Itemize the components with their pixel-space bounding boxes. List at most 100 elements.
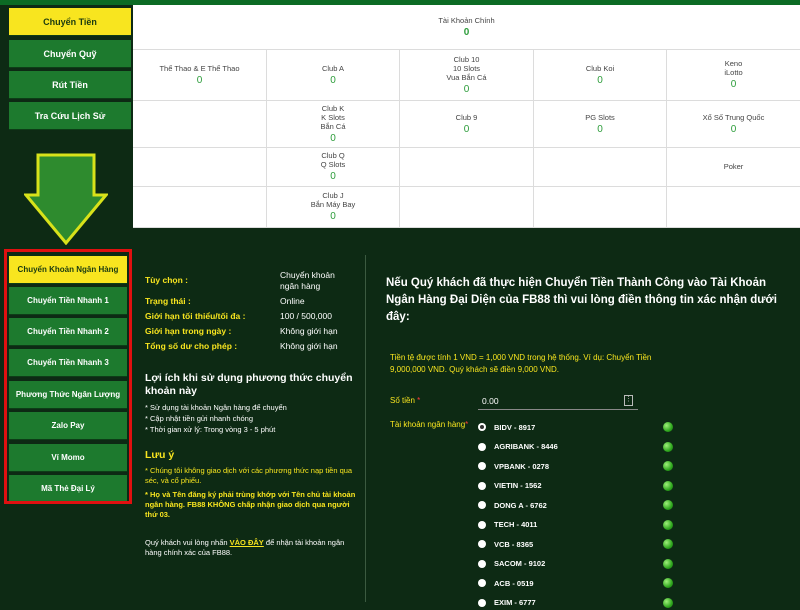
wallet-cell[interactable]: Club J Bắn Máy Bay 0 xyxy=(267,187,400,228)
bank-name: SACOM - 9102 xyxy=(494,559,546,568)
radio-icon[interactable] xyxy=(478,462,486,470)
calculator-icon[interactable]: ⋮ xyxy=(624,395,633,406)
wallet-value: 0 xyxy=(463,123,470,135)
wallet-cell[interactable]: Thể Thao & E Thể Thao 0 xyxy=(133,50,267,101)
arrow-down-icon xyxy=(24,153,108,245)
wallet-name: PG Slots xyxy=(585,112,615,122)
status-dot-icon xyxy=(663,480,673,491)
wallet-value: 0 xyxy=(330,211,336,222)
note-item: * Chúng tôi không giao dịch với các phươ… xyxy=(145,466,353,485)
wallet-name: Keno iLotto xyxy=(724,59,743,77)
wallet-value: 0 xyxy=(730,79,737,90)
radio-icon[interactable] xyxy=(478,579,486,587)
benefit-item: * Sử dụng tài khoản Ngân hàng để chuyển xyxy=(145,403,287,412)
wallet-name: Thể Thao & E Thể Thao xyxy=(159,63,240,73)
radio-icon[interactable] xyxy=(478,598,486,607)
wallet-value: 0 xyxy=(597,74,603,86)
status-dot-icon xyxy=(663,441,673,452)
bank-option[interactable]: ACB - 0519 xyxy=(478,576,534,590)
wallet-name: Club Q Q Slots xyxy=(320,151,346,169)
nav-3[interactable]: Tra Cứu Lịch Sử xyxy=(9,102,131,130)
wallet-cell[interactable]: Xổ Số Trung Quốc 0 xyxy=(667,101,800,148)
amount-label: Số tiền * xyxy=(390,396,421,405)
bank-option[interactable]: DONG A - 6762 xyxy=(478,498,547,512)
benefit-item: * Cập nhật tiền gửi nhanh chóng xyxy=(145,414,254,423)
balance-label: Tổng số dư cho phép : xyxy=(145,341,238,351)
radio-icon[interactable] xyxy=(478,442,486,451)
wallet-value: 0 xyxy=(330,171,336,182)
wallet-main[interactable]: Tài Khoản Chính 0 xyxy=(133,5,800,50)
bank-option[interactable]: VPBANK - 0278 xyxy=(478,459,549,473)
wallet-cell xyxy=(133,187,267,228)
bank-name: EXIM - 6777 xyxy=(494,598,536,607)
wallet-value: 0 xyxy=(330,132,336,144)
status-dot-icon xyxy=(663,500,673,510)
wallet-cell[interactable]: PG Slots 0 xyxy=(534,101,667,148)
wallet-name: Club J Bắn Máy Bay xyxy=(310,191,356,209)
bank-option[interactable]: TECH - 4011 xyxy=(478,518,537,532)
wallet-cell[interactable]: Club 90 xyxy=(400,101,534,148)
limit-value: 100 / 500,000 xyxy=(280,311,332,321)
nav-2[interactable]: Rút Tiền xyxy=(9,71,131,99)
option-label: Tùy chọn : xyxy=(145,275,188,285)
bank-option[interactable]: VIETIN - 1562 xyxy=(478,479,542,493)
footer-text: Quý khách vui lòng nhấn VÀO ĐÂY để nhận … xyxy=(145,538,345,557)
bank-name: VCB - 8365 xyxy=(494,539,534,549)
daily-value: Không giới hạn xyxy=(280,326,338,336)
radio-icon[interactable] xyxy=(478,520,486,529)
bank-name: TECH - 4011 xyxy=(494,520,538,529)
radio-icon[interactable] xyxy=(478,540,486,548)
wallet-cell[interactable]: Keno iLotto 0 xyxy=(667,50,800,101)
wallet-cell[interactable]: Poker xyxy=(667,148,800,187)
status-dot-icon xyxy=(663,578,673,588)
note-item: * Họ và Tên đăng ký phải trùng khớp với … xyxy=(145,490,356,519)
wallet-grid: Tài Khoản Chính 0 Thể Thao & E Thể Thao 0… xyxy=(133,5,800,228)
wallet-name: Club A xyxy=(321,63,345,73)
wallet-main-label: Tài Khoản Chính xyxy=(438,15,495,25)
wallet-cell[interactable]: Club Koi 0 xyxy=(534,50,667,101)
status-dot-icon xyxy=(663,461,673,471)
radio-icon[interactable] xyxy=(478,559,486,568)
radio-icon[interactable] xyxy=(478,423,486,431)
notes-title: Lưu ý xyxy=(145,449,175,461)
status-label: Trạng thái : xyxy=(145,296,191,306)
wallet-name: Xổ Số Trung Quốc xyxy=(702,112,765,122)
form-heading: Nếu Quý khách đã thực hiện Chuyển Tiền T… xyxy=(386,277,777,323)
wallet-cell[interactable]: Club A0 xyxy=(267,50,400,101)
wallet-value: 0 xyxy=(196,74,203,86)
wallet-name: Club K K Slots Bắn Cá xyxy=(320,103,346,131)
wallet-name: Poker xyxy=(723,162,744,171)
status-dot-icon xyxy=(663,539,673,549)
daily-label: Giới hạn trong ngày : xyxy=(145,326,232,336)
status-dot-icon xyxy=(663,558,673,569)
divider xyxy=(365,255,366,602)
bank-option[interactable]: AGRIBANK - 8446 xyxy=(478,440,558,454)
bank-option[interactable]: SACOM - 9102 xyxy=(478,557,545,571)
limit-label: Giới hạn tối thiểu/tối đa : xyxy=(145,311,246,321)
amount-input[interactable] xyxy=(478,392,638,410)
radio-icon[interactable] xyxy=(478,501,486,509)
here-link[interactable]: VÀO ĐÂY xyxy=(230,538,264,547)
bank-name: DONG A - 6762 xyxy=(494,500,547,510)
radio-icon[interactable] xyxy=(478,481,486,490)
wallet-cell xyxy=(400,148,534,187)
status-value: Online xyxy=(280,296,305,306)
bank-option[interactable]: BIDV - 8917 xyxy=(478,420,535,434)
nav-0[interactable]: Chuyển Tiền xyxy=(9,8,131,36)
wallet-value: 0 xyxy=(463,83,470,95)
wallet-cell[interactable]: Club Q Q Slots 0 xyxy=(267,148,400,187)
bank-option[interactable]: VCB - 8365 xyxy=(478,537,533,551)
bank-option[interactable]: EXIM - 6777 xyxy=(478,596,536,610)
bank-name: VIETIN - 1562 xyxy=(494,481,542,490)
wallet-name: Club Koi xyxy=(585,63,615,73)
wallet-cell[interactable]: Club K K Slots Bắn Cá 0 xyxy=(267,101,400,148)
wallet-cell xyxy=(534,187,667,228)
wallet-cell xyxy=(400,187,534,228)
highlight-box xyxy=(4,249,132,504)
status-dot-icon xyxy=(663,519,673,530)
status-dot-icon xyxy=(663,422,673,432)
nav-1[interactable]: Chuyển Quỹ xyxy=(9,40,131,68)
wallet-cell[interactable]: Club 10 10 Slots Vua Bắn Cá 0 xyxy=(400,50,534,101)
wallet-main-value: 0 xyxy=(463,26,470,38)
wallet-name: Club 10 10 Slots Vua Bắn Cá xyxy=(446,54,487,82)
